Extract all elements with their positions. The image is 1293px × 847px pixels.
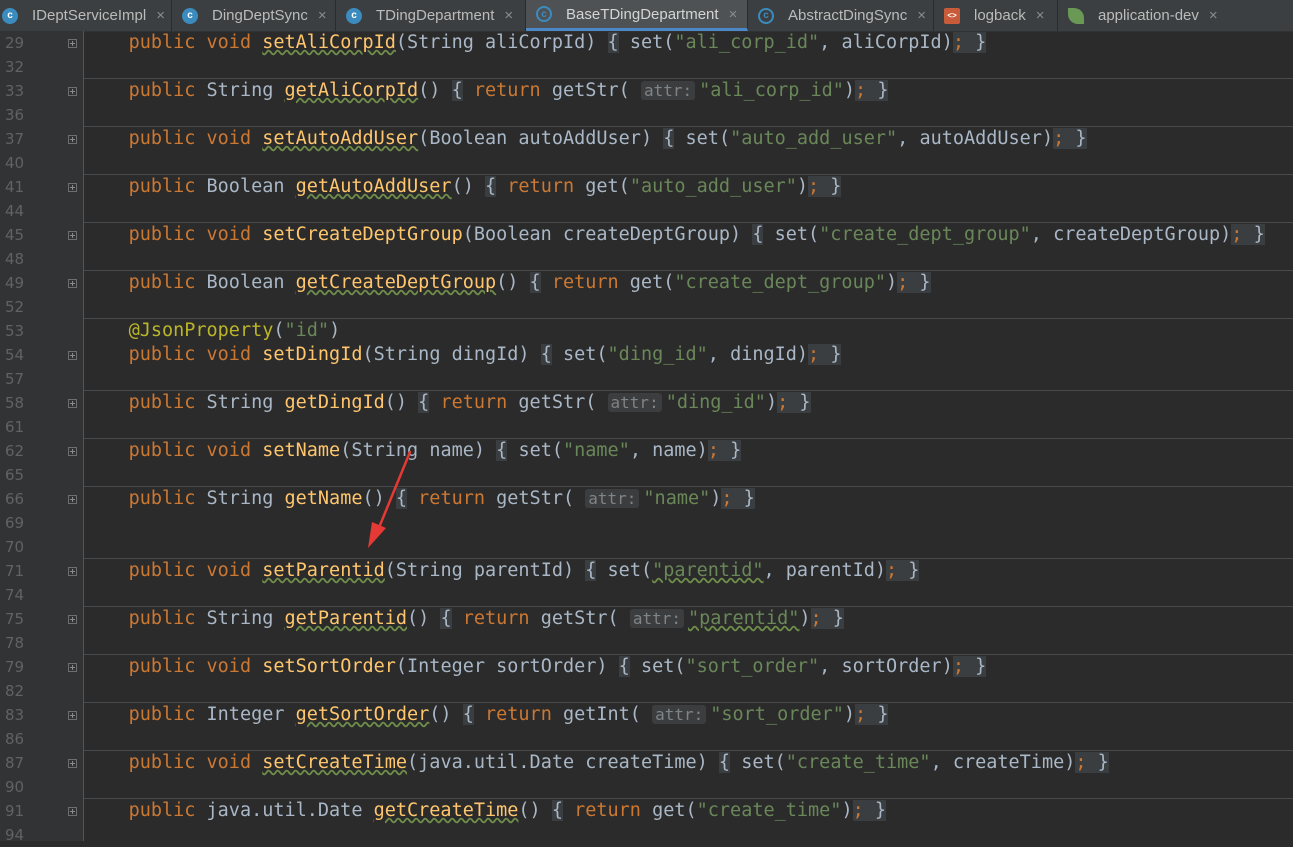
red-arrow-annotation [368,450,412,548]
